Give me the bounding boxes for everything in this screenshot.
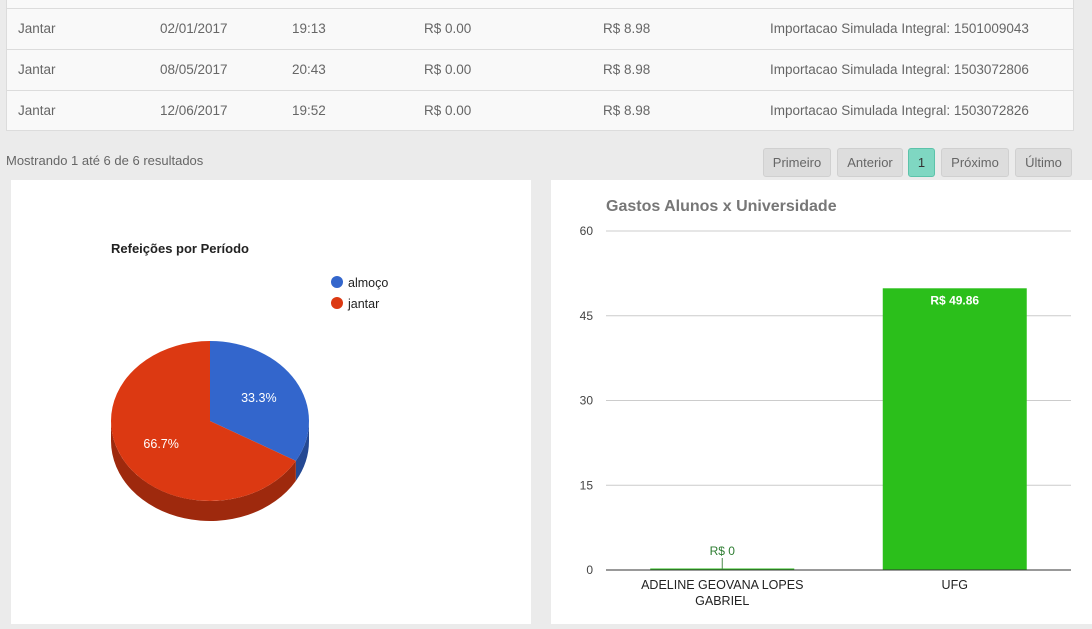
y-tick-label: 45 (580, 309, 594, 323)
cell-date: 02/01/2017 (160, 21, 228, 36)
cell-price: R$ 8.98 (603, 62, 651, 77)
bar-value-label: R$ 49.86 (930, 293, 979, 307)
table-row: Jantar 02/01/2017 19:13 R$ 0.00 R$ 8.98 Impor… (7, 9, 1073, 50)
pie-chart-panel: Refeições por Período almoço jantar 33.3% 66… (11, 180, 531, 624)
cell-time: 19:52 (292, 103, 326, 118)
cell-date: 08/05/2017 (160, 62, 228, 77)
pagination-prev-button[interactable]: Anterior (837, 148, 903, 177)
chart-title: Refeições por Período (111, 241, 249, 256)
table-row: Jantar 12/06/2017 19:52 R$ 0.00 R$ 8.98 Impor… (7, 91, 1073, 131)
records-table: Jantar 02/01/2017 19:13 R$ 0.00 R$ 8.98 Impor… (6, 0, 1074, 131)
pagination-next-button[interactable]: Próximo (941, 148, 1009, 177)
cell-time: 19:13 (292, 21, 326, 36)
cell-meal-type: Jantar (18, 21, 56, 36)
y-tick-label: 15 (580, 478, 594, 492)
bar-value-label: R$ 0 (710, 544, 736, 558)
cell-meal-type: Jantar (18, 62, 56, 77)
pie-chart: Refeições por Período almoço jantar 33.3% 66… (111, 241, 388, 521)
x-category-label: UFG (942, 578, 968, 592)
chart-title: Gastos Alunos x Universidade (606, 198, 837, 215)
pagination-page-1-button[interactable]: 1 (908, 148, 935, 177)
cell-description: Importacao Simulada Integral: 1501009043 (770, 21, 1029, 36)
cell-paid-value: R$ 0.00 (424, 62, 472, 77)
cell-description: Importacao Simulada Integral: 1503072826 (770, 103, 1029, 118)
cell-paid-value: R$ 0.00 (424, 103, 472, 118)
pagination-first-button[interactable]: Primeiro (763, 148, 831, 177)
cell-description: Importacao Simulada Integral: 1503072806 (770, 62, 1029, 77)
bar (882, 288, 1027, 570)
bar-chart: Gastos Alunos x Universidade 0 15 30 45 60 R$ … (580, 198, 1071, 608)
legend-label: jantar (347, 297, 379, 311)
cell-price: R$ 8.98 (603, 103, 651, 118)
cell-time: 20:43 (292, 62, 326, 77)
pie-slice-label: 33.3% (241, 391, 276, 405)
bar-chart-panel: Gastos Alunos x Universidade 0 15 30 45 60 R$ … (551, 180, 1092, 624)
legend-marker (331, 276, 343, 288)
x-category-label: ADELINE GEOVANA LOPES GABRIEL (641, 578, 803, 608)
results-count: Mostrando 1 até 6 de 6 resultados (6, 153, 204, 168)
cell-price: R$ 8.98 (603, 21, 651, 36)
table-row: Jantar 08/05/2017 20:43 R$ 0.00 R$ 8.98 Impor… (7, 50, 1073, 91)
y-tick-label: 30 (580, 394, 594, 408)
pagination-last-button[interactable]: Último (1015, 148, 1072, 177)
y-tick-label: 60 (580, 224, 594, 238)
y-tick-label: 0 (586, 563, 593, 577)
legend-marker (331, 297, 343, 309)
cell-meal-type: Jantar (18, 103, 56, 118)
pie-slice-label: 66.7% (143, 437, 178, 451)
cell-paid-value: R$ 0.00 (424, 21, 472, 36)
cell-date: 12/06/2017 (160, 103, 228, 118)
legend-label: almoço (348, 276, 388, 290)
